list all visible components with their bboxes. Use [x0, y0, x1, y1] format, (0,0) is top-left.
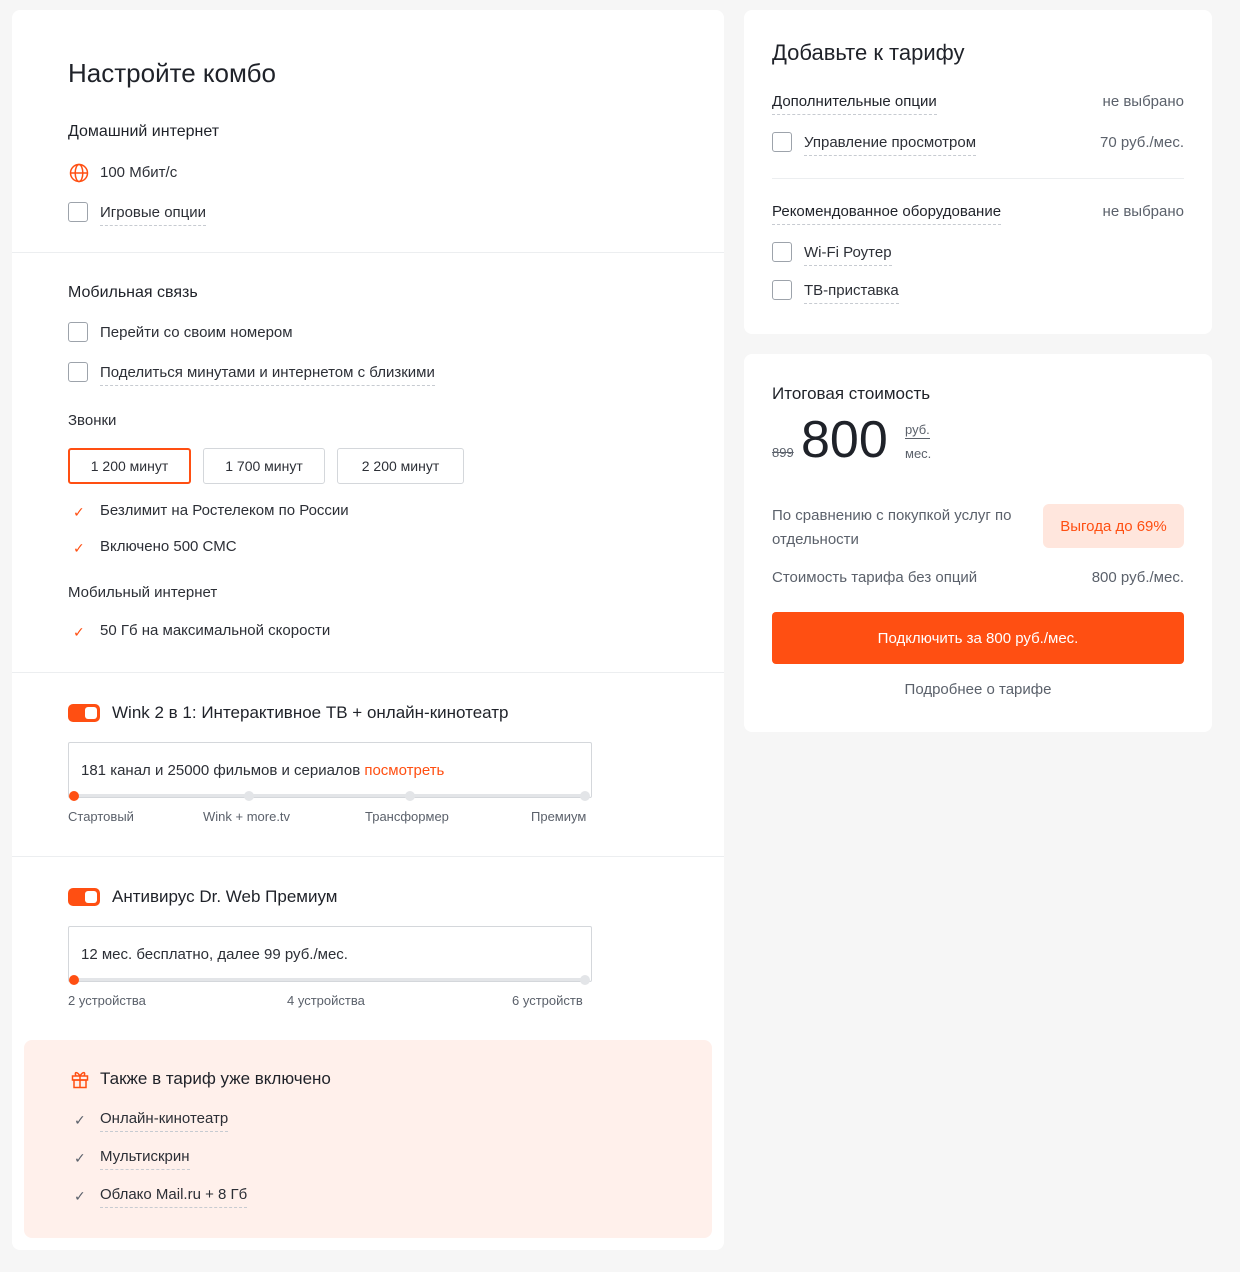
wink-slider-handle[interactable]: [69, 791, 79, 801]
view-control-price: 70 руб./мес.: [1100, 134, 1184, 151]
wink-level-label[interactable]: Стартовый: [68, 809, 134, 824]
calls-heading: Звонки: [68, 412, 117, 429]
antivirus-slider-stop[interactable]: [580, 975, 590, 985]
globe-icon: [69, 163, 89, 183]
check-icon: ✓: [74, 1150, 86, 1166]
share-checkbox[interactable]: [68, 362, 88, 382]
antivirus-level-label[interactable]: 4 устройства: [287, 993, 365, 1008]
keep-number-label[interactable]: Перейти со своим номером: [100, 324, 293, 341]
equipment-heading[interactable]: Рекомендованное оборудование: [772, 203, 1002, 225]
base-price-label: Стоимость тарифа без опций: [772, 569, 978, 586]
benefit-badge: Выгода до 69%: [1043, 504, 1184, 548]
antivirus-toggle[interactable]: [68, 888, 100, 906]
keep-number-checkbox[interactable]: [68, 322, 88, 342]
feature-item: Безлимит на Ростелеком по России: [100, 502, 349, 519]
included-heading: Также в тариф уже включено: [100, 1069, 331, 1088]
tv-box-checkbox[interactable]: [772, 280, 792, 300]
router-label[interactable]: Wi-Fi Роутер: [804, 244, 892, 266]
antivirus-description: 12 мес. бесплатно, далее 99 руб./мес.: [81, 946, 348, 963]
gift-icon: [71, 1071, 89, 1089]
home-internet-heading: Домашний интернет: [68, 123, 220, 140]
total-card: Итоговая стоимость 899 800 руб. мес. По …: [744, 354, 1212, 732]
antivirus-slider-handle[interactable]: [69, 975, 79, 985]
old-price: 899: [772, 445, 794, 460]
total-price: 800: [801, 411, 888, 469]
gaming-options-checkbox[interactable]: [68, 202, 88, 222]
divider: [12, 252, 724, 253]
included-panel: Также в тариф уже включено ✓ Онлайн-кино…: [24, 1040, 712, 1238]
mobile-internet-heading: Мобильный интернет: [68, 584, 218, 601]
page-title: Настройте комбо: [68, 58, 276, 88]
check-icon: ✓: [74, 1188, 86, 1204]
minutes-option-1200[interactable]: 1 200 минут: [68, 448, 191, 484]
total-heading: Итоговая стоимость: [772, 384, 931, 403]
check-icon: ✓: [73, 624, 85, 640]
tv-box-label[interactable]: ТВ-приставка: [804, 282, 899, 304]
wink-description: 181 канал и 25000 фильмов и сериалов пос…: [81, 762, 444, 779]
comparison-text: По сравнению с покупкой услуг по отдельн…: [772, 507, 1012, 548]
tariff-details-link[interactable]: Подробнее о тарифе: [744, 681, 1212, 698]
wink-level-label[interactable]: Трансформер: [365, 809, 449, 824]
view-control-checkbox[interactable]: [772, 132, 792, 152]
internet-speed: 100 Мбит/с: [100, 164, 178, 181]
wink-slider-stop[interactable]: [580, 791, 590, 801]
minutes-option-2200[interactable]: 2 200 минут: [337, 448, 464, 484]
antivirus-level-label[interactable]: 2 устройства: [68, 993, 146, 1008]
wink-slider-track[interactable]: [73, 794, 587, 797]
gaming-options-label[interactable]: Игровые опции: [100, 204, 207, 226]
wink-level-label[interactable]: Wink + more.tv: [203, 809, 290, 824]
options-status: не выбрано: [1102, 93, 1184, 110]
antivirus-title: Антивирус Dr. Web Премиум: [112, 887, 338, 906]
divider: [12, 856, 724, 857]
router-checkbox[interactable]: [772, 242, 792, 262]
check-icon: ✓: [73, 540, 85, 556]
internet-feature-item: 50 Гб на максимальной скорости: [100, 622, 331, 639]
wink-slider-stop[interactable]: [244, 791, 254, 801]
antivirus-slider-track[interactable]: [73, 978, 587, 981]
equipment-status: не выбрано: [1102, 203, 1184, 220]
wink-description-box: 181 канал и 25000 фильмов и сериалов пос…: [68, 742, 592, 798]
base-price-value: 800 руб./мес.: [1091, 569, 1184, 586]
view-control-label[interactable]: Управление просмотром: [804, 134, 977, 156]
antivirus-description-box: 12 мес. бесплатно, далее 99 руб./мес.: [68, 926, 592, 982]
price-unit-top: руб.: [905, 422, 930, 439]
wink-description-text: 181 канал и 25000 фильмов и сериалов: [81, 762, 361, 779]
options-heading[interactable]: Дополнительные опции: [772, 93, 937, 115]
price-unit-bottom: мес.: [905, 446, 932, 461]
check-icon: ✓: [73, 504, 85, 520]
wink-view-link[interactable]: посмотреть: [364, 762, 444, 779]
check-icon: ✓: [74, 1112, 86, 1128]
included-item[interactable]: Мультискрин: [100, 1148, 190, 1170]
included-item[interactable]: Облако Mail.ru + 8 Гб: [100, 1186, 248, 1208]
included-item[interactable]: Онлайн-кинотеатр: [100, 1110, 229, 1132]
divider: [12, 672, 724, 673]
minutes-option-1700[interactable]: 1 700 минут: [203, 448, 325, 484]
mobile-heading: Мобильная связь: [68, 284, 198, 301]
feature-item: Включено 500 СМС: [100, 538, 237, 555]
wink-toggle[interactable]: [68, 704, 100, 722]
divider: [772, 178, 1184, 179]
wink-slider-stop[interactable]: [405, 791, 415, 801]
antivirus-level-label[interactable]: 6 устройств: [512, 993, 583, 1008]
addons-title: Добавьте к тарифу: [772, 40, 965, 65]
wink-title: Wink 2 в 1: Интерактивное ТВ + онлайн-ки…: [112, 703, 509, 722]
share-label[interactable]: Поделиться минутами и интернетом с близк…: [100, 364, 435, 386]
connect-button[interactable]: Подключить за 800 руб./мес.: [772, 612, 1184, 664]
addons-card: Добавьте к тарифу Дополнительные опции н…: [744, 10, 1212, 334]
combo-config-card: Настройте комбо Домашний интернет 100 Мб…: [12, 10, 724, 1250]
wink-level-label[interactable]: Премиум: [531, 809, 586, 824]
